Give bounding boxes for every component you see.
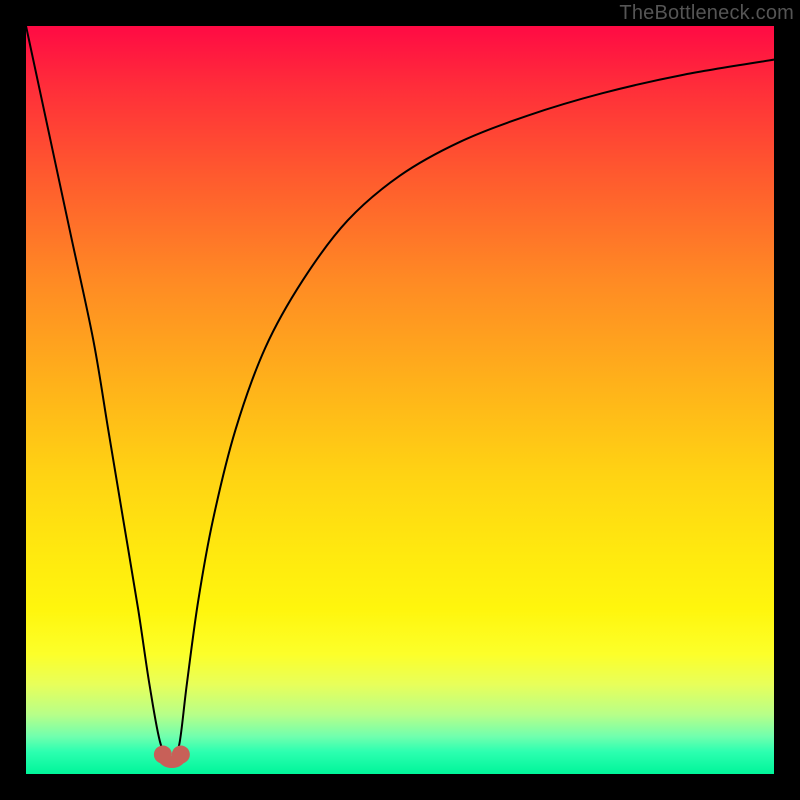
dip-marker-2 xyxy=(172,746,190,764)
watermark-text: TheBottleneck.com xyxy=(619,2,794,25)
curve-layer xyxy=(26,26,774,774)
dip-marker-1 xyxy=(154,746,172,764)
bottleneck-curve xyxy=(26,26,774,759)
chart-frame: TheBottleneck.com xyxy=(0,0,800,800)
plot-area xyxy=(26,26,774,774)
